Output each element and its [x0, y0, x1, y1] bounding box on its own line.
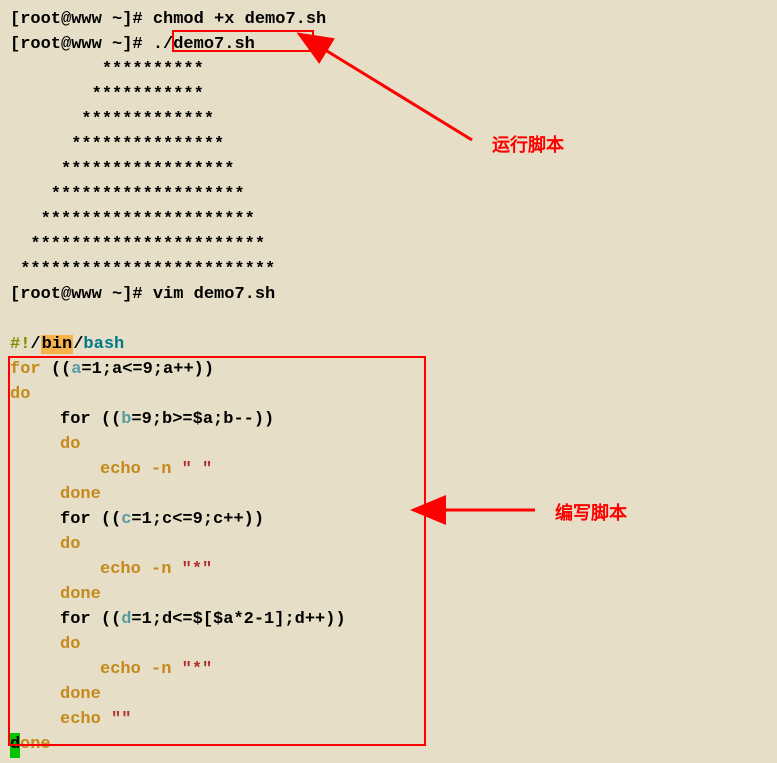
blank-line [10, 308, 767, 333]
output-line-8: *********************** [10, 233, 767, 258]
arrow-run-script-icon [312, 40, 482, 150]
cmd-chmod: chmod +x demo7.sh [153, 10, 326, 29]
output-line-5: ***************** [10, 158, 767, 183]
output-line-6: ******************* [10, 183, 767, 208]
highlight-script-body [8, 356, 426, 746]
arrow-edit-script-icon [430, 500, 540, 520]
cmd-vim: vim demo7.sh [153, 285, 275, 304]
highlight-run-script [172, 30, 314, 52]
shebang-bin: bin [41, 335, 74, 354]
shebang-line: #!/bin/bash [10, 333, 767, 358]
prompt-line-1: [root@www ~]# chmod +x demo7.sh [10, 8, 767, 33]
shebang-slash-2: / [73, 335, 83, 354]
prompt-user-2: [root@www ~]# [10, 35, 153, 54]
annotation-run-script: 运行脚本 [492, 132, 564, 158]
output-line-9: ************************* [10, 258, 767, 283]
annotation-edit-script: 编写脚本 [555, 500, 627, 526]
shebang-bash: bash [83, 335, 124, 354]
prompt-user-3: [root@www ~]# [10, 285, 153, 304]
shebang-slash-1: / [30, 335, 40, 354]
prompt-user-1: [root@www ~]# [10, 10, 153, 29]
prompt-line-3: [root@www ~]# vim demo7.sh [10, 283, 767, 308]
output-line-7: ********************* [10, 208, 767, 233]
shebang-hash: #! [10, 335, 30, 354]
